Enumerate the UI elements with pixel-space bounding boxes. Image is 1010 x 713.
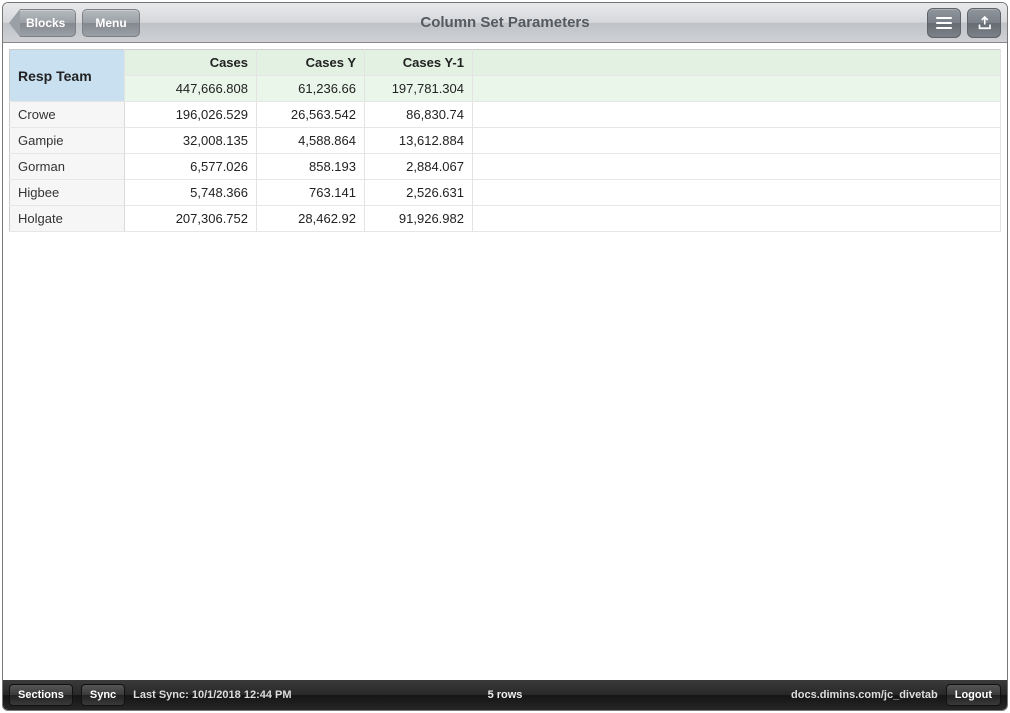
data-cell: 91,926.982 — [365, 206, 473, 232]
app-window: Blocks Menu Column Set Parameters — [2, 2, 1008, 711]
options-button[interactable] — [927, 8, 961, 38]
row-name-cell: Gorman — [10, 154, 125, 180]
totals-row: 447,666.808 61,236.66 197,781.304 — [10, 76, 1001, 102]
sections-label: Sections — [18, 689, 64, 701]
data-cell: 2,884.067 — [365, 154, 473, 180]
menu-button-label: Menu — [95, 16, 126, 30]
data-cell: 207,306.752 — [125, 206, 257, 232]
data-cell: 2,526.631 — [365, 180, 473, 206]
row-name-cell: Crowe — [10, 102, 125, 128]
back-button-label: Blocks — [20, 9, 76, 37]
data-cell: 6,577.026 — [125, 154, 257, 180]
data-table: Resp Team Cases Cases Y Cases Y-1 447,66… — [9, 49, 1001, 232]
data-cell-fill — [473, 180, 1001, 206]
sync-button[interactable]: Sync — [81, 684, 125, 706]
data-cell: 86,830.74 — [365, 102, 473, 128]
total-cell: 447,666.808 — [125, 76, 257, 102]
col-header[interactable]: Cases Y-1 — [365, 50, 473, 76]
logout-label: Logout — [955, 689, 992, 701]
share-button[interactable] — [967, 8, 1001, 38]
data-cell-fill — [473, 206, 1001, 232]
logout-button[interactable]: Logout — [946, 684, 1001, 706]
table-row[interactable]: Crowe196,026.52926,563.54286,830.74 — [10, 102, 1001, 128]
data-cell: 32,008.135 — [125, 128, 257, 154]
table-row[interactable]: Holgate207,306.75228,462.9291,926.982 — [10, 206, 1001, 232]
page-title: Column Set Parameters — [3, 14, 1007, 31]
table-row[interactable]: Gorman6,577.026858.1932,884.067 — [10, 154, 1001, 180]
row-name-cell: Higbee — [10, 180, 125, 206]
row-name-cell: Gampie — [10, 128, 125, 154]
hamburger-icon — [936, 17, 952, 29]
data-cell-fill — [473, 154, 1001, 180]
share-icon — [975, 14, 993, 32]
col-header[interactable]: Cases Y — [257, 50, 365, 76]
data-cell: 26,563.542 — [257, 102, 365, 128]
total-cell: 197,781.304 — [365, 76, 473, 102]
table-row[interactable]: Higbee5,748.366763.1412,526.631 — [10, 180, 1001, 206]
data-cell: 28,462.92 — [257, 206, 365, 232]
row-name-cell: Holgate — [10, 206, 125, 232]
total-cell-fill — [473, 76, 1001, 102]
menu-button[interactable]: Menu — [82, 9, 139, 37]
data-cell: 858.193 — [257, 154, 365, 180]
last-sync-text: Last Sync: 10/1/2018 12:44 PM — [133, 689, 291, 701]
row-header-cell[interactable]: Resp Team — [10, 50, 125, 102]
sync-label: Sync — [90, 689, 116, 701]
total-cell: 61,236.66 — [257, 76, 365, 102]
sections-button[interactable]: Sections — [9, 684, 73, 706]
data-cell-fill — [473, 128, 1001, 154]
status-bar: Sections Sync Last Sync: 10/1/2018 12:44… — [3, 680, 1007, 710]
col-header-fill — [473, 50, 1001, 76]
data-cell-fill — [473, 102, 1001, 128]
header-bar: Blocks Menu Column Set Parameters — [3, 3, 1007, 43]
back-button[interactable]: Blocks — [9, 9, 76, 37]
table-header-row: Resp Team Cases Cases Y Cases Y-1 — [10, 50, 1001, 76]
col-header[interactable]: Cases — [125, 50, 257, 76]
data-cell: 5,748.366 — [125, 180, 257, 206]
data-cell: 4,588.864 — [257, 128, 365, 154]
data-cell: 13,612.884 — [365, 128, 473, 154]
table-container: Resp Team Cases Cases Y Cases Y-1 447,66… — [3, 43, 1007, 680]
back-arrow-icon — [9, 9, 20, 37]
domain-text: docs.dimins.com/jc_divetab — [791, 689, 938, 701]
data-cell: 196,026.529 — [125, 102, 257, 128]
table-row[interactable]: Gampie32,008.1354,588.86413,612.884 — [10, 128, 1001, 154]
data-cell: 763.141 — [257, 180, 365, 206]
